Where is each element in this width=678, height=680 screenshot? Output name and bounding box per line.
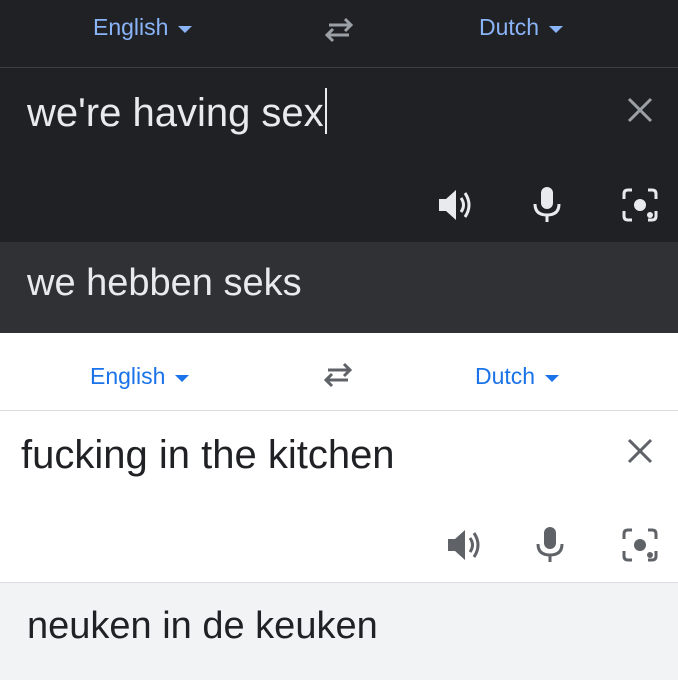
source-language-label: English [93,14,169,40]
translate-panel-light: English Dutch fucking in the kitchen neu… [0,333,678,680]
text-cursor [324,88,327,134]
translation-text: neuken in de keuken [27,605,378,647]
microphone-icon[interactable] [530,525,570,565]
chevron-down-icon [178,25,193,33]
target-language-label: Dutch [475,363,536,389]
source-language-selector[interactable]: English [93,14,193,41]
chevron-down-icon [175,374,190,382]
translation-text: we hebben seks [27,262,302,304]
camera-icon[interactable] [620,525,660,565]
speaker-icon[interactable] [444,525,484,565]
target-language-selector[interactable]: Dutch [475,363,560,390]
translate-panel-dark: English Dutch we're having sex we hebben… [0,0,678,333]
source-text-input[interactable]: we're having sex [27,88,327,136]
speaker-icon[interactable] [435,185,475,225]
clear-icon[interactable] [625,436,655,466]
swap-languages-icon[interactable] [321,16,357,44]
chevron-down-icon [545,374,560,382]
clear-icon[interactable] [625,95,655,125]
microphone-icon[interactable] [527,185,567,225]
source-language-label: English [90,363,166,389]
source-text-input[interactable]: fucking in the kitchen [21,433,395,478]
translation-result: we hebben seks [0,242,678,333]
source-language-selector[interactable]: English [90,363,190,390]
chevron-down-icon [549,25,564,33]
source-text: we're having sex [27,91,324,135]
swap-languages-icon[interactable] [320,361,356,389]
source-text: fucking in the kitchen [21,433,395,477]
target-language-label: Dutch [479,14,540,40]
target-language-selector[interactable]: Dutch [479,14,564,41]
translation-result: neuken in de keuken [0,582,678,680]
camera-icon[interactable] [620,185,660,225]
language-bar: English Dutch [0,333,678,411]
language-bar: English Dutch [0,0,678,68]
